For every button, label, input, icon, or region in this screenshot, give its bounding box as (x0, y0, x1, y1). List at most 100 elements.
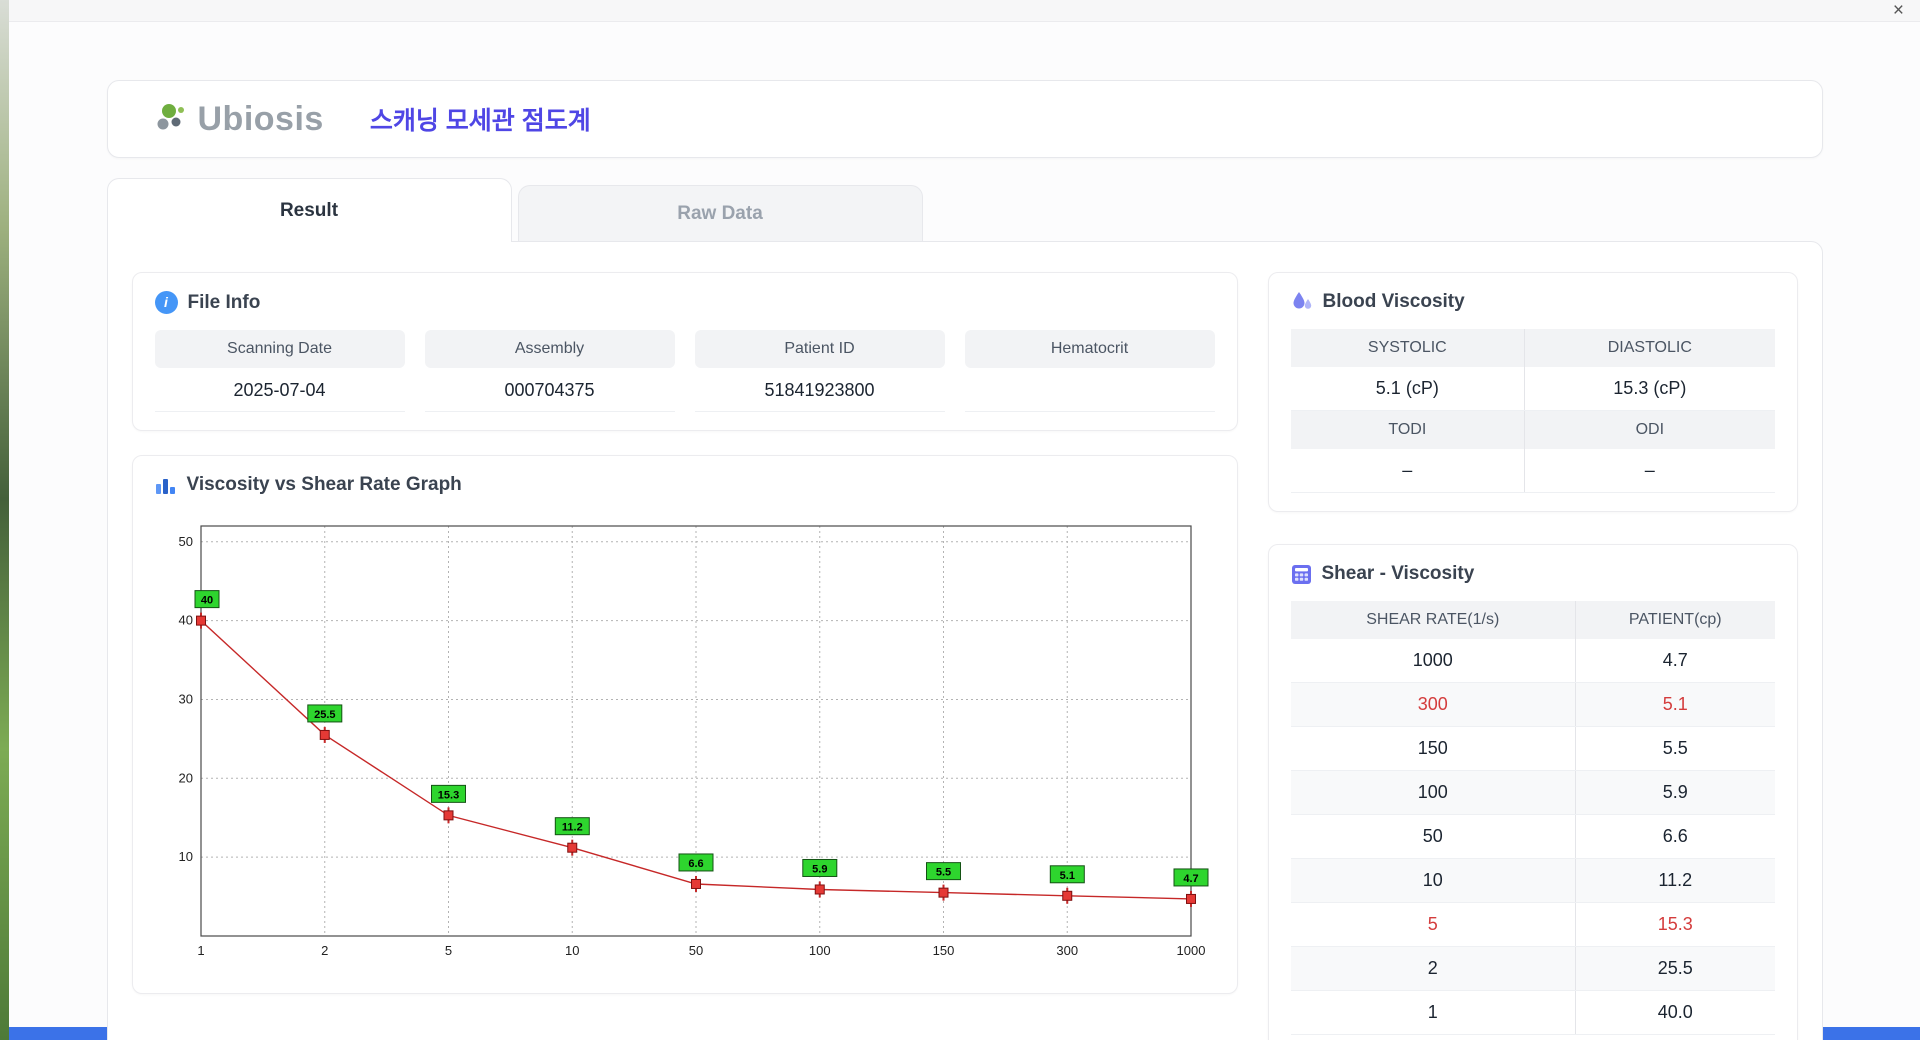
shear-rate-cell: 10 (1290, 858, 1576, 903)
svg-text:40: 40 (200, 595, 212, 607)
viscosity-chart: 10 20 30 40 50 1 2 5 10 50 100 150 300 1000 40 25.5 15.3… (155, 512, 1215, 975)
patient-viscosity-cell: 25.5 (1575, 946, 1775, 991)
bv-header-row: TODI ODI (1290, 410, 1775, 449)
blood-viscosity-card: Blood Viscosity SYSTOLIC DIASTOLIC 5.1 (cP… (1267, 272, 1798, 512)
file-info-field-scanning-date: Scanning Date 2025-07-04 (154, 330, 405, 412)
field-value: 000704375 (424, 368, 675, 412)
tab-raw-data[interactable]: Raw Data (517, 185, 923, 241)
bv-value-row: 5.1 (cP) 15.3 (cP) (1290, 367, 1775, 411)
main-area: Ubiosis 스캐닝 모세관 점도계 Result Raw Data i Fil… (106, 80, 1823, 1040)
chart-svg: 10 20 30 40 50 1 2 5 10 50 100 150 300 1000 40 25.5 15.3… (178, 525, 1208, 958)
close-icon[interactable]: × (1893, 0, 1904, 22)
svg-text:5.9: 5.9 (812, 863, 827, 875)
point-label: 6.6 (678, 853, 713, 872)
point-label: 15.3 (430, 784, 466, 803)
shear-rate-cell: 1000 (1290, 639, 1576, 683)
shear-row-1: 1 40.0 (1290, 990, 1775, 1035)
svg-text:25.5: 25.5 (314, 709, 335, 721)
info-icon: i (154, 291, 178, 314)
svg-text:150: 150 (932, 943, 954, 958)
field-value (964, 368, 1215, 412)
svg-text:11.2: 11.2 (561, 822, 582, 834)
section-title-file-info: File Info (187, 291, 261, 313)
patient-viscosity-cell: 11.2 (1575, 858, 1775, 903)
shear-viscosity-table: SHEAR RATE(1/s) PATIENT(cp) 1000 4.7 300 5.1 1… (1290, 601, 1775, 1035)
svg-text:10: 10 (565, 943, 579, 958)
shear-row-2: 2 25.5 (1290, 946, 1775, 991)
field-label: Assembly (424, 330, 675, 368)
shear-row-50: 50 6.6 (1290, 814, 1775, 859)
file-info-card: i File Info Scanning Date 2025-07-04 Assem… (131, 272, 1238, 431)
file-info-field-hematocrit: Hematocrit (964, 330, 1215, 412)
shear-row-300: 300 5.1 (1290, 682, 1775, 727)
file-info-grid: Scanning Date 2025-07-04 Assembly 000704375… (154, 330, 1215, 412)
shear-rate-cell: 150 (1290, 726, 1576, 771)
shear-row-100: 100 5.9 (1290, 770, 1775, 815)
field-value: 2025-07-04 (154, 368, 405, 412)
bv-header-systolic: SYSTOLIC (1290, 329, 1526, 367)
svg-text:2: 2 (321, 943, 328, 958)
blood-viscosity-title-row: Blood Viscosity (1291, 291, 1775, 313)
shear-row-5: 5 15.3 (1290, 902, 1775, 947)
bar-chart-icon (155, 479, 175, 494)
point-label: 25.5 (306, 704, 342, 723)
svg-text:10: 10 (178, 849, 192, 864)
shear-viscosity-card: Shear - Viscosity SHEAR RATE(1/s) PATIENT… (1267, 544, 1798, 1040)
shear-rate-cell: 50 (1290, 814, 1576, 859)
patient-viscosity-cell: 40.0 (1575, 990, 1775, 1035)
point-label: 5.5 (925, 862, 961, 881)
svg-text:50: 50 (178, 534, 192, 549)
patient-viscosity-cell: 5.1 (1575, 682, 1775, 727)
shear-header-row: SHEAR RATE(1/s) PATIENT(cp) (1290, 601, 1775, 639)
ubiosis-logo-icon (157, 104, 184, 130)
bv-value-row: – – (1290, 449, 1775, 493)
window-titlebar: × (9, 0, 1920, 22)
shear-column-patient-cp: PATIENT(cp) (1575, 601, 1775, 639)
patient-viscosity-cell: 15.3 (1575, 902, 1775, 947)
patient-viscosity-cell: 5.9 (1575, 770, 1775, 815)
bv-value: 15.3 (cP) (1524, 367, 1775, 411)
point-label: 4.7 (1173, 868, 1208, 887)
shear-row-1000: 1000 4.7 (1290, 639, 1775, 683)
field-label: Scanning Date (154, 330, 405, 368)
page-title: 스캐닝 모세관 점도계 (369, 107, 591, 135)
graph-title-row: Viscosity vs Shear Rate Graph (155, 474, 1215, 496)
svg-text:50: 50 (688, 943, 702, 958)
svg-text:5.1: 5.1 (1059, 870, 1074, 882)
section-title-blood-viscosity: Blood Viscosity (1322, 291, 1465, 312)
patient-viscosity-cell: 5.5 (1575, 726, 1775, 771)
svg-text:20: 20 (178, 770, 192, 785)
tab-bar: Result Raw Data (106, 178, 1823, 242)
shear-rate-cell: 1 (1290, 990, 1576, 1035)
svg-text:6.6: 6.6 (688, 858, 703, 870)
graph-card: Viscosity vs Shear Rate Graph 10 20 30 40 50… (131, 455, 1238, 994)
bv-header-odi: ODI (1524, 410, 1775, 449)
shear-rate-cell: 100 (1290, 770, 1576, 815)
svg-text:15.3: 15.3 (437, 789, 458, 801)
svg-text:5: 5 (444, 943, 451, 958)
desktop-background-left (0, 0, 9, 1040)
bv-value: – (1290, 449, 1526, 493)
shear-rate-cell: 2 (1290, 946, 1576, 991)
left-column: i File Info Scanning Date 2025-07-04 Assem… (131, 272, 1238, 1040)
shear-rate-cell: 5 (1290, 902, 1576, 947)
svg-text:1000: 1000 (1176, 943, 1205, 958)
blood-viscosity-table: SYSTOLIC DIASTOLIC 5.1 (cP) 15.3 (cP) TODI OD… (1290, 329, 1775, 493)
svg-text:1: 1 (197, 943, 204, 958)
patient-viscosity-cell: 6.6 (1575, 814, 1775, 859)
svg-text:40: 40 (178, 613, 192, 628)
bv-value: – (1524, 449, 1775, 493)
svg-text:100: 100 (808, 943, 830, 958)
svg-text:4.7: 4.7 (1183, 873, 1198, 885)
bv-header-diastolic: DIASTOLIC (1524, 329, 1775, 367)
field-label: Patient ID (694, 330, 945, 368)
bv-header-row: SYSTOLIC DIASTOLIC (1290, 329, 1775, 367)
svg-text:30: 30 (178, 691, 192, 706)
tab-result[interactable]: Result (106, 178, 512, 242)
file-info-field-assembly: Assembly 000704375 (424, 330, 675, 412)
logo-text: Ubiosis (197, 99, 324, 138)
ubiosis-logo: Ubiosis (156, 100, 324, 139)
shear-rate-cell: 300 (1290, 682, 1576, 727)
right-column: Blood Viscosity SYSTOLIC DIASTOLIC 5.1 (cP… (1267, 272, 1798, 1040)
shear-row-150: 150 5.5 (1290, 726, 1775, 771)
